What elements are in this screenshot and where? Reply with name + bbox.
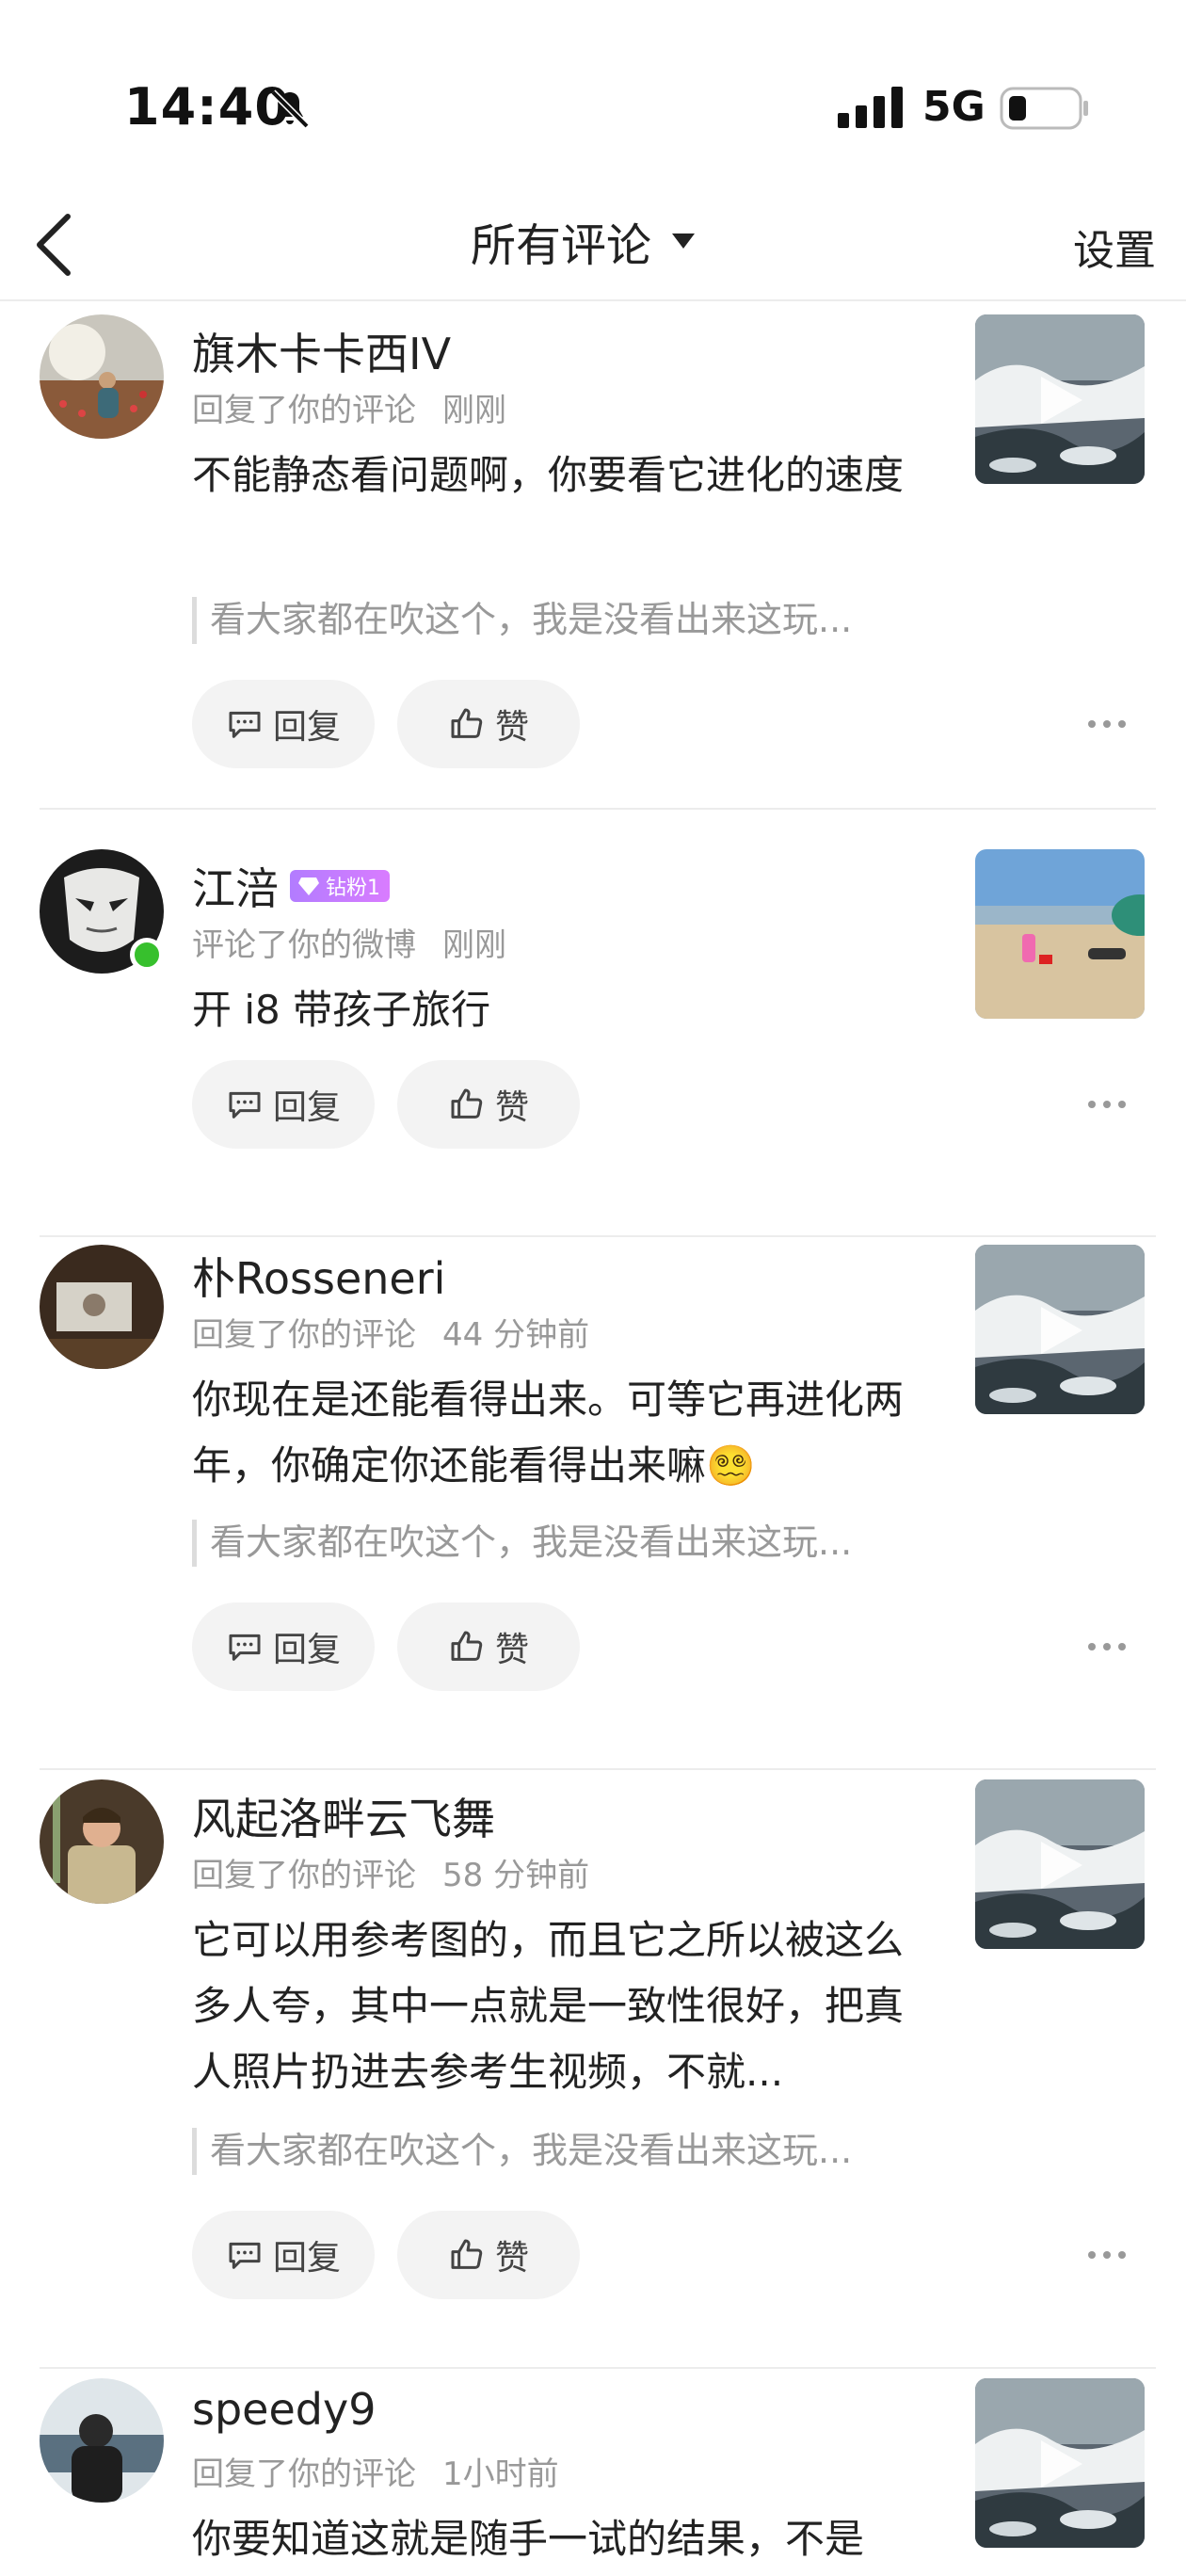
comment-meta: 评论了你的微博 刚刚 <box>192 926 506 964</box>
video-thumbnail[interactable] <box>975 1779 1145 1949</box>
more-options-icon[interactable] <box>1086 1641 1128 1652</box>
comment-meta: 回复了你的评论 58 分钟前 <box>192 1857 590 1894</box>
comment-meta: 回复了你的评论 刚刚 <box>192 392 506 429</box>
comment-text[interactable]: 它可以用参考图的，而且它之所以被这么多人夸，其中一点就是一致性很好，把真人照片扔… <box>192 1908 936 2105</box>
comment-item: speedy9 回复了你的评论 1小时前 你要知道这就是随手一试的结果，不是 <box>0 2367 1186 2576</box>
comment-item: 旗木卡卡西IV 回复了你的评论 刚刚 不能静态看问题啊，你要看它进化的速度 看大家… <box>0 303 1186 810</box>
comment-icon <box>229 1091 261 1119</box>
avatar[interactable] <box>40 1245 164 1369</box>
quoted-comment[interactable]: 看大家都在吹这个，我是没看出来这玩... <box>192 597 926 644</box>
comment-actions: 回复 赞 <box>192 1060 602 1149</box>
more-options-icon[interactable] <box>1086 1099 1128 1110</box>
comment-list: 旗木卡卡西IV 回复了你的评论 刚刚 不能静态看问题啊，你要看它进化的速度 看大家… <box>0 303 1186 2576</box>
comment-meta: 回复了你的评论 44 分钟前 <box>192 1316 590 1354</box>
navigation-bar: 所有评论 设置 <box>0 188 1186 301</box>
comment-text[interactable]: 你现在是还能看得出来。可等它再进化两年，你确定你还能看得出来嘛😵‍💫 <box>192 1367 926 1499</box>
comment-text[interactable]: 不能静态看问题啊，你要看它进化的速度 <box>192 443 926 508</box>
photo-thumbnail[interactable] <box>975 849 1145 1019</box>
status-bar: 14:40 5G <box>0 0 1186 188</box>
user-name[interactable]: 江涪 钻粉1 <box>192 855 390 917</box>
video-thumbnail[interactable] <box>975 314 1145 484</box>
quoted-comment[interactable]: 看大家都在吹这个，我是没看出来这玩... <box>192 2128 926 2175</box>
battery-icon <box>1000 87 1088 130</box>
comment-actions: 回复 赞 <box>192 1602 602 1691</box>
play-icon <box>1041 2440 1082 2487</box>
comment-icon <box>229 2242 261 2269</box>
caret-down-icon <box>672 233 696 249</box>
dizzy-face-emoji: 😵‍💫 <box>706 1442 756 1489</box>
thumbs-up-icon <box>451 1088 483 1119</box>
like-button[interactable]: 赞 <box>397 1060 580 1149</box>
comment-text[interactable]: 你要知道这就是随手一试的结果，不是 <box>192 2506 926 2572</box>
quoted-comment[interactable]: 看大家都在吹这个，我是没看出来这玩... <box>192 1520 926 1567</box>
fan-badge[interactable]: 钻粉1 <box>290 870 390 902</box>
play-icon <box>1041 1842 1082 1889</box>
comment-icon <box>229 711 261 738</box>
user-name[interactable]: 旗木卡卡西IV <box>192 320 451 382</box>
user-name[interactable]: 朴Rosseneri <box>192 1245 445 1307</box>
reply-button[interactable]: 回复 <box>192 2211 375 2299</box>
diamond-icon <box>298 877 319 895</box>
more-options-icon[interactable] <box>1086 718 1128 730</box>
reply-button[interactable]: 回复 <box>192 1060 375 1149</box>
reply-button[interactable]: 回复 <box>192 680 375 768</box>
like-button[interactable]: 赞 <box>397 1602 580 1691</box>
video-thumbnail[interactable] <box>975 2378 1145 2548</box>
network-type: 5G <box>922 83 986 131</box>
comment-icon <box>229 1634 261 1661</box>
status-time: 14:40 <box>124 77 291 137</box>
user-name[interactable]: 风起洛畔云飞舞 <box>192 1785 495 1847</box>
page-title: 所有评论 <box>471 219 652 272</box>
video-thumbnail[interactable] <box>975 1245 1145 1414</box>
avatar[interactable] <box>40 314 164 439</box>
back-arrow-icon[interactable] <box>28 207 85 282</box>
thumbs-up-icon <box>451 708 483 738</box>
play-icon <box>1041 1307 1082 1354</box>
like-button[interactable]: 赞 <box>397 680 580 768</box>
avatar[interactable] <box>40 1779 164 1904</box>
user-name[interactable]: speedy9 <box>192 2384 376 2435</box>
comment-meta: 回复了你的评论 1小时前 <box>192 2455 559 2493</box>
cellular-signal-icon <box>838 87 903 128</box>
avatar[interactable] <box>40 2378 164 2503</box>
thumbs-up-icon <box>451 1631 483 1661</box>
comment-actions: 回复 赞 <box>192 2211 602 2299</box>
settings-button[interactable]: 设置 <box>1073 217 1156 277</box>
online-status-indicator <box>130 938 164 972</box>
divider <box>40 808 1156 810</box>
bell-muted-icon <box>270 89 310 129</box>
reply-button[interactable]: 回复 <box>192 1602 375 1691</box>
comment-item: 风起洛畔云飞舞 回复了你的评论 58 分钟前 它可以用参考图的，而且它之所以被这么… <box>0 1768 1186 2369</box>
thumbs-up-icon <box>451 2239 483 2269</box>
comment-filter-dropdown[interactable]: 所有评论 <box>471 211 697 272</box>
play-icon <box>1041 377 1082 424</box>
comment-text[interactable]: 开 i8 带孩子旅行 <box>192 977 926 1043</box>
comment-item: 江涪 钻粉1 评论了你的微博 刚刚 开 i8 带孩子旅行 回复 赞 <box>0 838 1186 1237</box>
like-button[interactable]: 赞 <box>397 2211 580 2299</box>
more-options-icon[interactable] <box>1086 2249 1128 2261</box>
comment-item: 朴Rosseneri 回复了你的评论 44 分钟前 你现在是还能看得出来。可等它再… <box>0 1235 1186 1770</box>
comment-actions: 回复 赞 <box>192 680 602 768</box>
